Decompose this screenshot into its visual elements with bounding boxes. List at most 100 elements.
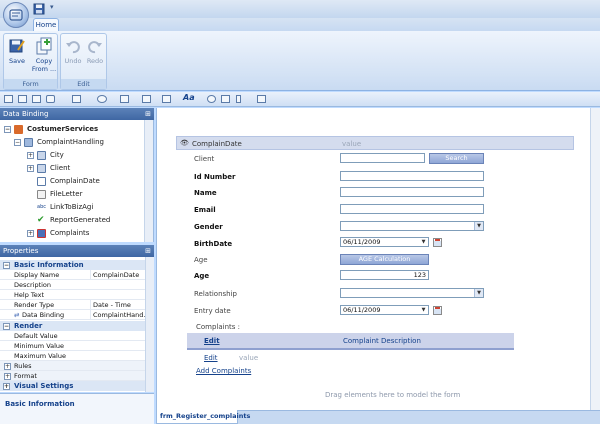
birthdate-picker[interactable]: 06/11/2009 ▼	[340, 237, 429, 247]
property-row[interactable]: ⇄ Data Binding ComplaintHand...	[0, 310, 145, 320]
add-complaints-link[interactable]: Add Complaints	[196, 367, 251, 375]
save-button[interactable]: Save	[6, 35, 28, 65]
collapse-icon[interactable]: −	[4, 125, 11, 133]
property-value[interactable]: Date - Time	[90, 300, 145, 310]
property-row[interactable]: Render Type Date - Time	[0, 300, 145, 310]
expand-icon[interactable]: +	[4, 362, 11, 370]
combo-control-icon[interactable]	[120, 95, 129, 103]
selected-field-row[interactable]: 👁 ComplainDate value	[176, 136, 574, 150]
grid-column-edit[interactable]: Edit	[204, 337, 220, 345]
checkmark-icon: ✔	[37, 214, 45, 225]
property-row[interactable]: Minimum Value	[0, 341, 145, 351]
tree-entity[interactable]: − ComplaintHandling	[14, 136, 104, 148]
tree-item-fileletter[interactable]: FileLetter	[37, 188, 82, 200]
age-input[interactable]: 123	[340, 270, 429, 280]
category-visual-settings[interactable]: + Visual Settings	[0, 381, 145, 391]
textarea-control-icon[interactable]	[18, 95, 27, 103]
property-value[interactable]: ComplaintHand...	[90, 310, 145, 320]
collapse-icon[interactable]: −	[3, 323, 10, 330]
ribbon-group-form: Save Copy From ... Form	[3, 33, 58, 90]
expand-icon[interactable]: +	[27, 229, 34, 237]
list-control-icon[interactable]	[142, 95, 151, 103]
email-input[interactable]	[340, 204, 484, 214]
property-row[interactable]: Display Name ComplainDate	[0, 270, 145, 280]
expand-icon[interactable]: +	[4, 372, 11, 380]
currency-control-icon[interactable]	[46, 95, 55, 103]
tree-entity-label: ComplaintHandling	[37, 138, 104, 146]
property-row[interactable]: Description	[0, 280, 145, 290]
property-value[interactable]: ComplainDate	[90, 270, 145, 280]
data-binding-panel-header: Data Binding ⊞	[0, 108, 154, 120]
relationship-select[interactable]: ▼	[340, 288, 484, 298]
grid-control-icon[interactable]	[162, 95, 171, 103]
undo-button[interactable]: Undo	[63, 35, 83, 65]
grid-row-edit-link[interactable]: Edit	[204, 354, 218, 362]
property-row[interactable]: Help Text	[0, 290, 145, 300]
tab-home[interactable]: Home	[33, 18, 59, 32]
expand-icon[interactable]: +	[3, 383, 10, 390]
copy-from-button[interactable]: Copy From ...	[31, 35, 57, 73]
property-row[interactable]: Maximum Value	[0, 351, 145, 361]
property-name: + Format	[4, 371, 78, 381]
collapse-icon[interactable]: −	[3, 262, 10, 269]
tree-item-reportgenerated[interactable]: ✔ ReportGenerated	[37, 214, 110, 226]
quick-save-button[interactable]	[33, 3, 45, 15]
property-name-text: Data Binding	[22, 311, 65, 319]
tree-item-linktobizagi[interactable]: abc LinkToBizAgi	[37, 201, 93, 213]
calendar-icon[interactable]	[433, 306, 442, 315]
selected-field-label: ComplainDate	[192, 140, 242, 148]
canvas-scrollbar[interactable]	[590, 108, 600, 410]
search-button[interactable]: Search	[429, 153, 484, 164]
textbox-control-icon[interactable]	[4, 95, 13, 103]
expand-icon[interactable]: +	[27, 164, 34, 172]
chevron-down-icon[interactable]: ▼	[474, 222, 483, 230]
id-number-label: Id Number	[194, 173, 236, 181]
number-control-icon[interactable]	[32, 95, 41, 103]
calendar-icon[interactable]	[433, 238, 442, 247]
tree-item-complaindate[interactable]: ComplainDate	[37, 175, 100, 187]
property-scrollbar[interactable]	[145, 257, 154, 392]
radio-control-icon[interactable]	[97, 95, 107, 103]
tree-scrollbar[interactable]	[144, 120, 153, 242]
property-name: Minimum Value	[14, 342, 65, 350]
age-calculation-button[interactable]: AGE Calculation	[340, 254, 429, 265]
property-row[interactable]: Default Value	[0, 331, 145, 341]
name-input[interactable]	[340, 187, 484, 197]
expand-icon[interactable]: +	[27, 151, 34, 159]
gender-select[interactable]: ▼	[340, 221, 484, 231]
chevron-down-icon[interactable]: ▼	[419, 306, 428, 314]
category-basic-information[interactable]: − Basic Information	[0, 260, 145, 270]
chevron-down-icon[interactable]: ▼	[474, 289, 483, 297]
gender-label: Gender	[194, 223, 223, 231]
document-tab[interactable]: frm_Register_complaints	[156, 410, 250, 424]
label-control-icon[interactable]: Aa	[183, 94, 195, 102]
category-render[interactable]: − Render	[0, 321, 145, 331]
save-button-label: Save	[9, 57, 25, 65]
collapse-icon[interactable]: −	[14, 138, 21, 146]
age-label: Age	[194, 272, 210, 280]
tree-item-client[interactable]: + Client	[27, 162, 70, 174]
chevron-down-icon[interactable]: ▼	[419, 238, 428, 246]
option-control-icon[interactable]	[207, 95, 216, 103]
collection-icon	[37, 228, 46, 238]
tree-item-city[interactable]: + City	[27, 149, 64, 161]
upload-control-icon[interactable]	[236, 95, 241, 103]
date-control-icon[interactable]	[72, 95, 81, 103]
pin-icon[interactable]: ⊞	[145, 108, 151, 120]
redo-button[interactable]: Redo	[85, 35, 105, 65]
tree-root[interactable]: − CostumerServices	[4, 123, 98, 135]
client-input[interactable]	[340, 153, 425, 163]
link-control-icon[interactable]	[257, 95, 266, 103]
customize-quick-access-button[interactable]: ▾	[50, 3, 54, 11]
entry-date-picker[interactable]: 06/11/2009 ▼	[340, 305, 429, 315]
tree-item-complaints[interactable]: + Complaints	[27, 227, 89, 239]
binding-eye-icon: 👁	[180, 139, 189, 147]
save-icon	[33, 3, 45, 15]
database-icon	[14, 124, 23, 134]
button-control-icon[interactable]	[221, 95, 230, 103]
pin-icon[interactable]: ⊞	[145, 245, 151, 257]
id-number-input[interactable]	[340, 171, 484, 181]
property-row[interactable]: + Rules	[0, 361, 145, 371]
application-menu-button[interactable]	[3, 2, 29, 28]
property-row[interactable]: + Format	[0, 371, 145, 381]
